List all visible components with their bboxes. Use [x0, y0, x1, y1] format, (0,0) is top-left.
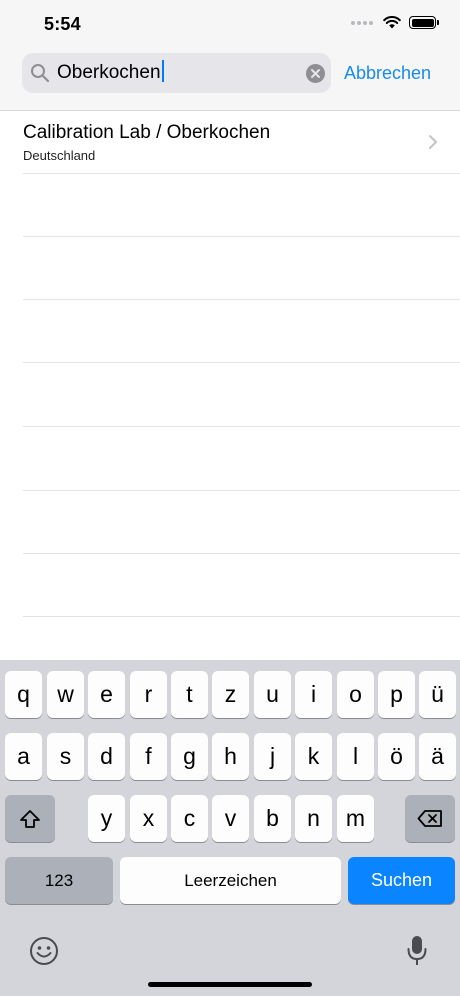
clear-text-icon[interactable] — [306, 64, 325, 83]
key-a-umlaut[interactable]: ä — [419, 733, 456, 780]
key-t[interactable]: t — [171, 671, 208, 718]
key-y[interactable]: y — [88, 795, 125, 842]
key-u-umlaut[interactable]: ü — [419, 671, 456, 718]
key-b[interactable]: b — [254, 795, 291, 842]
chevron-right-icon — [429, 135, 437, 149]
wifi-icon — [383, 16, 401, 29]
text-cursor — [161, 60, 164, 83]
search-field[interactable]: Oberkochen — [22, 53, 331, 93]
shift-key[interactable] — [5, 795, 55, 842]
list-separator — [23, 426, 460, 427]
key-j[interactable]: j — [254, 733, 291, 780]
list-separator — [23, 299, 460, 300]
key-w[interactable]: w — [47, 671, 84, 718]
key-r[interactable]: r — [130, 671, 167, 718]
signal-icon — [351, 20, 373, 25]
result-subtitle: Deutschland — [23, 148, 96, 163]
key-x[interactable]: x — [130, 795, 167, 842]
key-i[interactable]: i — [295, 671, 332, 718]
key-h[interactable]: h — [212, 733, 249, 780]
key-v[interactable]: v — [212, 795, 249, 842]
list-separator — [23, 236, 460, 237]
key-q[interactable]: q — [5, 671, 42, 718]
key-p[interactable]: p — [378, 671, 415, 718]
list-separator — [23, 490, 460, 491]
key-k[interactable]: k — [295, 733, 332, 780]
key-m[interactable]: m — [337, 795, 374, 842]
search-key[interactable]: Suchen — [348, 857, 455, 904]
search-icon — [31, 64, 50, 83]
key-e[interactable]: e — [88, 671, 125, 718]
home-indicator[interactable] — [148, 982, 312, 987]
keyboard: q w e r t z u i o p ü a s d f g h j k l … — [0, 660, 460, 996]
key-o[interactable]: o — [337, 671, 374, 718]
list-separator — [23, 616, 460, 617]
key-s[interactable]: s — [47, 733, 84, 780]
key-u[interactable]: u — [254, 671, 291, 718]
shift-icon — [20, 809, 40, 828]
status-indicators — [351, 16, 439, 29]
key-o-umlaut[interactable]: ö — [378, 733, 415, 780]
key-a[interactable]: a — [5, 733, 42, 780]
key-c[interactable]: c — [171, 795, 208, 842]
numbers-key[interactable]: 123 — [5, 857, 113, 904]
key-l[interactable]: l — [337, 733, 374, 780]
space-key[interactable]: Leerzeichen — [120, 857, 341, 904]
battery-icon — [409, 16, 439, 29]
delete-key[interactable] — [405, 795, 455, 842]
search-header: 5:54 Oberkochen Abbrechen — [0, 0, 460, 111]
key-g[interactable]: g — [171, 733, 208, 780]
list-separator — [23, 362, 460, 363]
search-input[interactable]: Oberkochen — [57, 60, 164, 84]
key-d[interactable]: d — [88, 733, 125, 780]
microphone-icon[interactable] — [406, 934, 428, 968]
list-item[interactable]: Calibration Lab / Oberkochen Deutschland — [23, 111, 460, 174]
list-separator — [23, 553, 460, 554]
key-f[interactable]: f — [130, 733, 167, 780]
emoji-icon[interactable] — [29, 936, 59, 966]
cancel-button[interactable]: Abbrechen — [344, 63, 431, 84]
key-z[interactable]: z — [212, 671, 249, 718]
status-time: 5:54 — [44, 14, 81, 34]
result-title: Calibration Lab / Oberkochen — [23, 122, 271, 143]
key-n[interactable]: n — [295, 795, 332, 842]
backspace-icon — [417, 810, 442, 827]
